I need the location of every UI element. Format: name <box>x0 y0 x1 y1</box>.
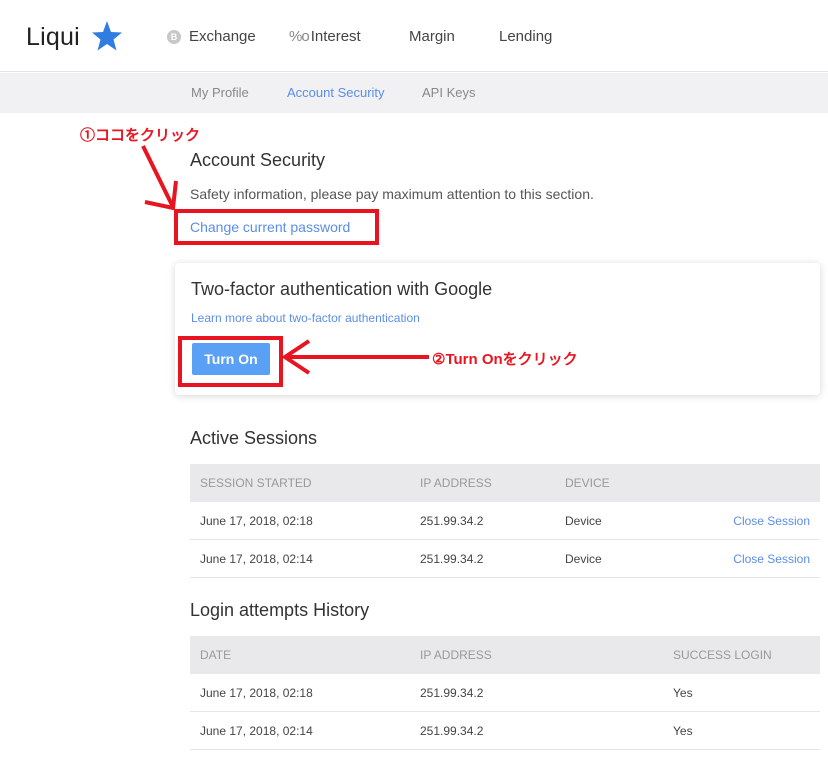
table-row: June 17, 2018, 02:18 251.99.34.2 Device … <box>190 502 820 540</box>
login-history-title: Login attempts History <box>190 600 370 620</box>
annotation-highlight-box <box>178 336 283 387</box>
column-header: DATE <box>200 648 232 662</box>
annotation-step-2: ②Turn Onをクリック <box>432 351 578 368</box>
ip-address-cell: 251.99.34.2 <box>420 686 484 700</box>
annotation-highlight-box <box>174 209 379 245</box>
nav-lending[interactable]: Lending <box>499 28 552 46</box>
table-row: June 17, 2018, 02:14 251.99.34.2 Device … <box>190 540 820 578</box>
column-header: IP ADDRESS <box>420 476 492 490</box>
active-sessions-title: Active Sessions <box>190 428 318 448</box>
table-row: June 17, 2018, 02:18 251.99.34.2 Yes <box>190 674 820 712</box>
nav-exchange-label: Exchange <box>189 28 256 45</box>
table-header: SESSION STARTED IP ADDRESS DEVICE <box>190 464 820 502</box>
two-factor-title: Two-factor authentication with Google <box>191 279 493 299</box>
safety-description: Safety information, please pay maximum a… <box>190 186 594 202</box>
page-title: Account Security <box>190 150 326 170</box>
sub-navigation: My Profile Account Security API Keys <box>0 73 828 113</box>
nav-interest[interactable]: %o Interest <box>289 28 361 46</box>
close-session-link[interactable]: Close Session <box>733 552 810 566</box>
percent-icon: %o <box>289 28 310 45</box>
column-header: SESSION STARTED <box>200 476 312 490</box>
two-factor-learn-more-link[interactable]: Learn more about two-factor authenticati… <box>191 311 420 325</box>
annotation-arrowhead-1 <box>144 180 178 211</box>
nav-margin[interactable]: Margin <box>409 28 455 46</box>
device-cell: Device <box>565 514 602 528</box>
login-history-table: DATE IP ADDRESS SUCCESS LOGIN June 17, 2… <box>190 636 820 750</box>
bitcoin-icon: B <box>167 30 181 44</box>
device-cell: Device <box>565 552 602 566</box>
annotation-step-1: ①ココをクリック <box>80 127 201 144</box>
annotation-arrow-1 <box>141 145 174 206</box>
active-sessions-table: SESSION STARTED IP ADDRESS DEVICE June 1… <box>190 464 820 578</box>
session-started-cell: June 17, 2018, 02:18 <box>200 514 313 528</box>
column-header: DEVICE <box>565 476 610 490</box>
ip-address-cell: 251.99.34.2 <box>420 552 484 566</box>
logo-text[interactable]: Liqui <box>26 23 80 52</box>
top-header: Liqui B Exchange %o Interest Margin Lendin… <box>0 0 828 72</box>
date-cell: June 17, 2018, 02:18 <box>200 686 313 700</box>
ip-address-cell: 251.99.34.2 <box>420 724 484 738</box>
table-header: DATE IP ADDRESS SUCCESS LOGIN <box>190 636 820 674</box>
star-icon[interactable] <box>91 20 123 52</box>
session-started-cell: June 17, 2018, 02:14 <box>200 552 313 566</box>
nav-interest-label: Interest <box>310 28 361 45</box>
tab-api-keys[interactable]: API Keys <box>422 85 475 100</box>
success-login-cell: Yes <box>673 724 693 738</box>
close-session-link[interactable]: Close Session <box>733 514 810 528</box>
date-cell: June 17, 2018, 02:14 <box>200 724 313 738</box>
success-login-cell: Yes <box>673 686 693 700</box>
table-row: June 17, 2018, 02:14 251.99.34.2 Yes <box>190 712 820 750</box>
column-header: IP ADDRESS <box>420 648 492 662</box>
ip-address-cell: 251.99.34.2 <box>420 514 484 528</box>
column-header: SUCCESS LOGIN <box>673 648 772 662</box>
tab-account-security[interactable]: Account Security <box>287 85 385 100</box>
nav-exchange[interactable]: B Exchange <box>167 28 256 46</box>
tab-my-profile[interactable]: My Profile <box>191 85 249 100</box>
